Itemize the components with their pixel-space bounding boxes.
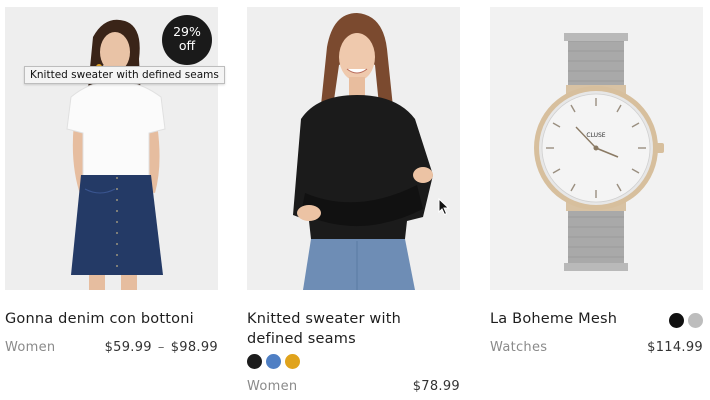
mouse-pointer-icon	[438, 198, 450, 216]
discount-badge: 29% off	[162, 15, 212, 65]
discount-label: off	[178, 38, 196, 53]
discount-percent: 29%	[173, 24, 201, 39]
yellow-pattern-swatch[interactable]	[285, 354, 300, 369]
price-max: $98.99	[170, 340, 218, 355]
product-price-range: $59.99– $98.99	[105, 340, 218, 355]
watch-brand: CLUSE	[586, 132, 605, 139]
product-price: $114.99	[647, 340, 703, 355]
watch-photo-icon: CLUSE	[490, 7, 703, 290]
color-swatches	[247, 354, 300, 369]
product-price: $78.99	[412, 379, 460, 394]
price-separator: –	[157, 340, 165, 355]
color-swatches	[669, 313, 703, 328]
model-photo-icon	[247, 7, 460, 290]
silver-swatch[interactable]	[688, 313, 703, 328]
black-swatch[interactable]	[247, 354, 262, 369]
product-category[interactable]: Watches	[490, 340, 547, 355]
product-image[interactable]	[247, 7, 460, 290]
product-title[interactable]: Gonna denim con bottoni	[5, 309, 194, 329]
title-tooltip: Knitted sweater with defined seams	[24, 66, 225, 84]
product-category[interactable]: Women	[5, 340, 55, 355]
product-image[interactable]: CLUSE	[490, 7, 703, 290]
product-title[interactable]: Knitted sweater with defined seams	[247, 309, 447, 349]
product-category[interactable]: Women	[247, 379, 297, 394]
product-title[interactable]: La Boheme Mesh	[490, 309, 617, 329]
price-min: $59.99	[104, 340, 152, 355]
blue-pattern-swatch[interactable]	[266, 354, 281, 369]
black-swatch[interactable]	[669, 313, 684, 328]
